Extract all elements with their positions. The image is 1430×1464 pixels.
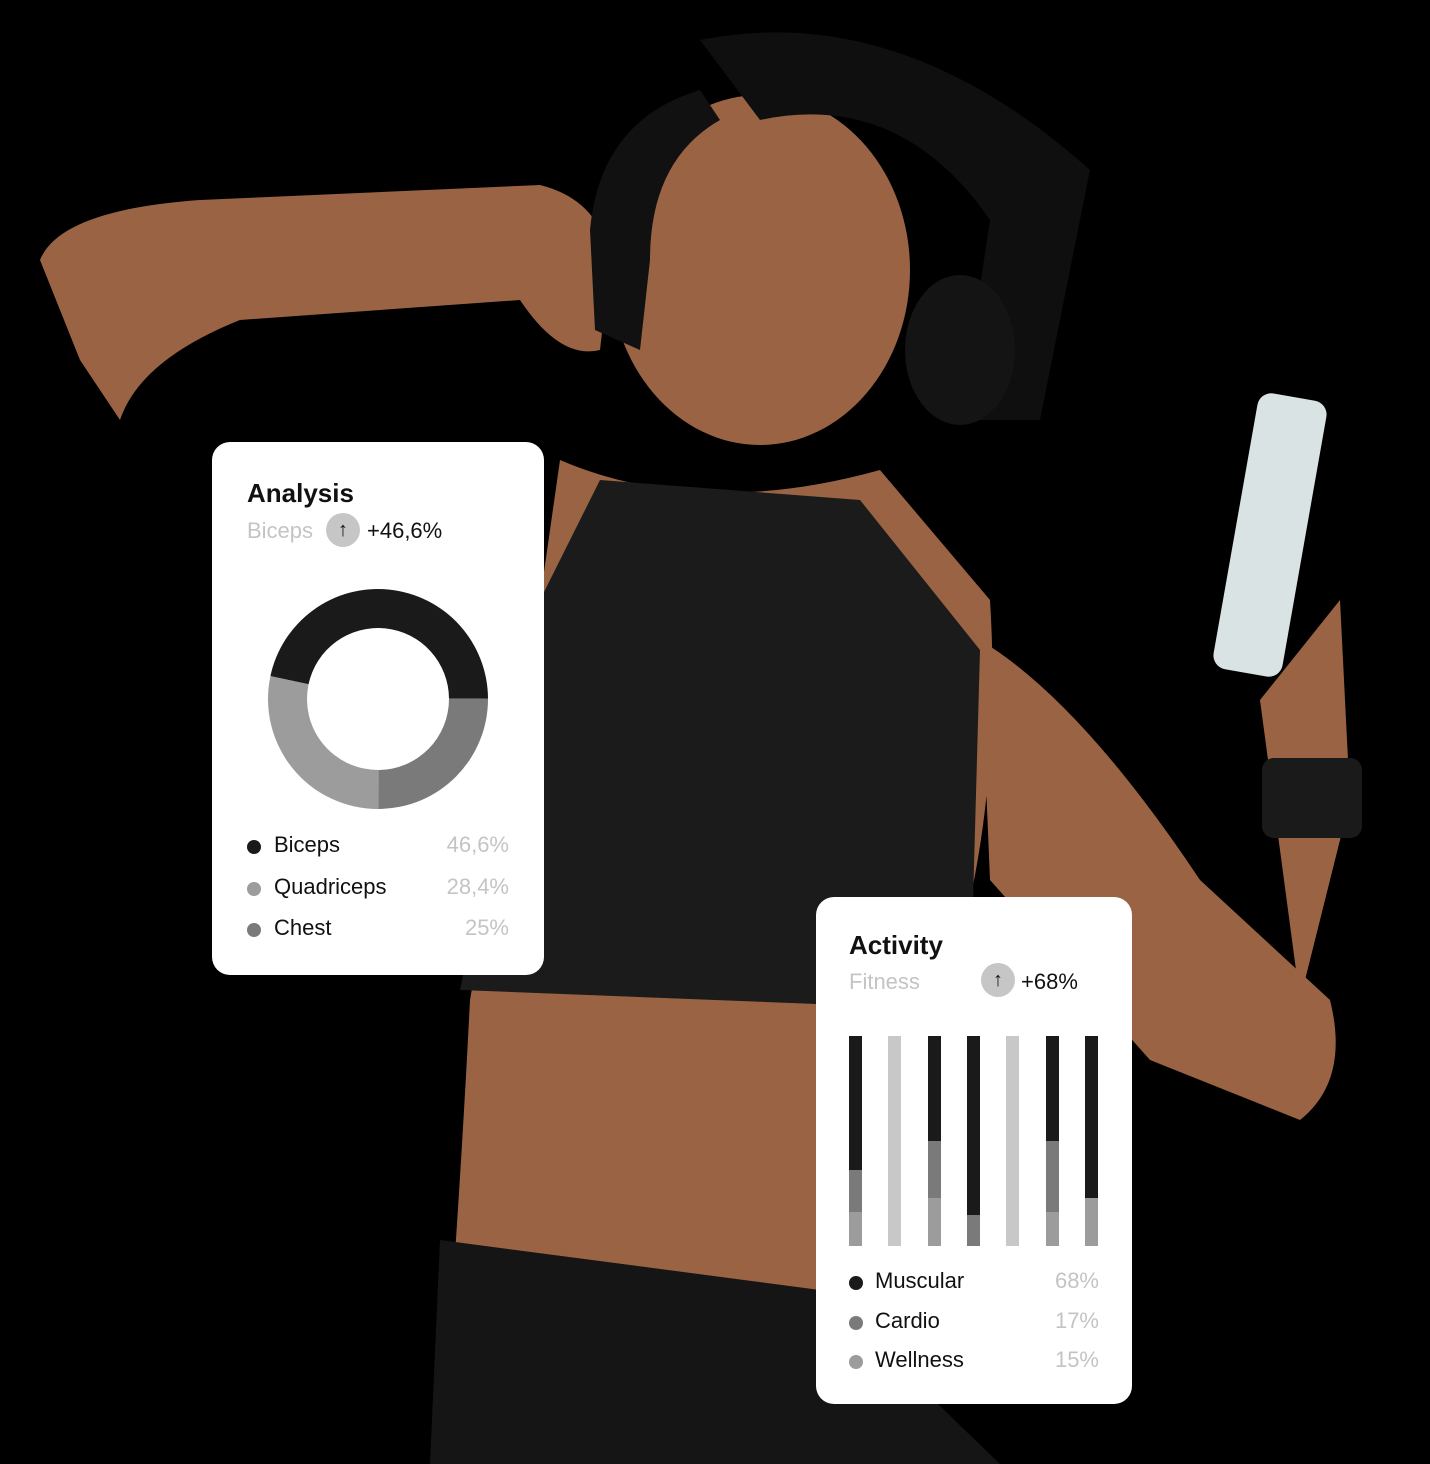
donut-slice-chest <box>378 698 488 809</box>
bar-segment-muscular <box>966 1036 980 1215</box>
donut-slice-quadriceps <box>268 676 379 809</box>
bar-2 <box>888 1036 902 1246</box>
legend-dot <box>247 923 261 937</box>
legend-dot <box>849 1315 863 1330</box>
legend-label: Muscular <box>875 1268 965 1293</box>
bar-segment-cardio <box>966 1214 980 1246</box>
bar-segment-muscular <box>849 1036 862 1171</box>
bar-segment-cardio <box>849 1170 862 1213</box>
bar-segment-cardio <box>927 1141 941 1198</box>
legend-value: 25% <box>464 915 509 940</box>
legend-item: Chest 25% <box>212 915 544 945</box>
arrow-up-icon: ↑ <box>326 513 360 547</box>
arrow-up-icon: ↑ <box>981 963 1015 997</box>
analysis-delta: +46,6% <box>367 518 443 543</box>
bar-segment-empty <box>888 1036 902 1246</box>
legend-value: 28,4% <box>446 873 509 899</box>
legend-dot <box>247 840 261 854</box>
legend-value: 46,6% <box>446 832 509 857</box>
legend-item: Cardio 17% <box>816 1308 1132 1338</box>
legend-label: Cardio <box>875 1307 940 1333</box>
bar-segment-muscular <box>1084 1036 1098 1198</box>
legend-value: 68% <box>1054 1268 1099 1293</box>
bar-7 <box>1084 1036 1098 1246</box>
legend-item: Quadriceps 28,4% <box>212 874 544 904</box>
bar-segment-wellness <box>927 1197 941 1246</box>
bar-segment-muscular <box>927 1036 941 1141</box>
legend-label: Wellness <box>875 1347 964 1372</box>
bar-4 <box>966 1036 980 1246</box>
legend-item: Wellness 15% <box>816 1347 1132 1377</box>
donut-chart <box>268 589 488 809</box>
legend-label: Biceps <box>274 832 341 857</box>
legend-dot <box>849 1355 863 1369</box>
bar-segment-muscular <box>1045 1036 1059 1141</box>
legend-value: 15% <box>1054 1347 1099 1372</box>
analysis-card: Analysis Biceps ↑ +46,6% Biceps 46,6% Qu… <box>212 442 544 975</box>
legend-item: Muscular 68% <box>816 1268 1132 1298</box>
activity-card: Activity Fitness ↑ +68% Muscular 68% Car… <box>816 897 1132 1404</box>
bar-1 <box>849 1036 862 1246</box>
analysis-title: Analysis <box>247 478 354 508</box>
activity-delta: +68% <box>1021 969 1078 994</box>
analysis-subtitle: Biceps <box>247 518 314 543</box>
legend-item: Biceps 46,6% <box>212 832 544 862</box>
activity-subtitle: Fitness <box>849 969 920 994</box>
bar-segment-cardio <box>1045 1141 1059 1213</box>
bar-6 <box>1045 1036 1059 1246</box>
bar-segment-wellness <box>1045 1212 1059 1246</box>
legend-label: Quadriceps <box>274 873 387 899</box>
bar-segment-empty <box>1006 1036 1020 1246</box>
bar-5 <box>1006 1036 1020 1246</box>
legend-dot <box>849 1276 863 1290</box>
bar-segment-wellness <box>1084 1197 1098 1246</box>
legend-dot <box>247 881 261 896</box>
donut-slice-biceps <box>270 589 488 699</box>
legend-value: 17% <box>1054 1307 1099 1333</box>
bar-segment-wellness <box>849 1212 862 1246</box>
legend-label: Chest <box>274 915 332 940</box>
activity-title: Activity <box>849 930 943 960</box>
bar-3 <box>927 1036 941 1246</box>
